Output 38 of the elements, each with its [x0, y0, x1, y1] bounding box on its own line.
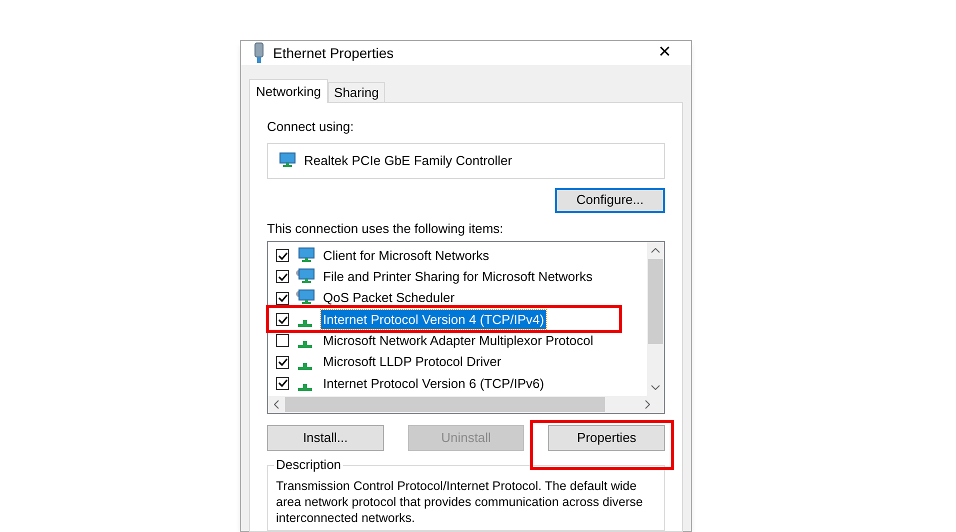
- dialog-button[interactable]: Properties: [548, 425, 666, 451]
- checkbox[interactable]: [276, 249, 289, 262]
- network-protocol-icon: [298, 320, 312, 328]
- tab[interactable]: Networking: [249, 79, 328, 103]
- items-label: This connection uses the following items:: [267, 220, 504, 238]
- chevron-left-icon[interactable]: [274, 400, 279, 409]
- checkbox[interactable]: [276, 376, 289, 390]
- list-item[interactable]: Microsoft LLDP Protocol Driver: [321, 352, 504, 372]
- chevron-down-icon[interactable]: [651, 385, 660, 390]
- adapter-field: Realtek PCIe GbE Family Controller: [267, 142, 665, 178]
- chevron-right-icon[interactable]: [644, 400, 650, 409]
- list-item[interactable]: QoS Packet Scheduler: [321, 288, 457, 308]
- network-protocol-icon: [298, 362, 312, 370]
- description-label: Description: [274, 457, 344, 473]
- list-item[interactable]: Client for Microsoft Networks: [321, 246, 492, 266]
- tab[interactable]: Sharing: [328, 82, 385, 102]
- network-protocol-icon: [298, 384, 312, 391]
- vertical-scrollbar[interactable]: [647, 242, 664, 396]
- checkbox[interactable]: [276, 270, 289, 284]
- dialog-button[interactable]: Install...: [267, 425, 384, 451]
- configure-button[interactable]: Configure...: [555, 188, 665, 212]
- ethernet-plug-icon: [253, 42, 265, 64]
- horizontal-scrollbar[interactable]: [268, 396, 664, 413]
- checkbox[interactable]: [276, 356, 289, 369]
- list-item[interactable]: Internet Protocol Version 6 (TCP/IPv6): [321, 374, 546, 394]
- network-protocol-icon: [298, 341, 312, 348]
- checkbox[interactable]: [276, 313, 289, 326]
- window-title: Ethernet Properties: [273, 44, 395, 63]
- list-item[interactable]: Internet Protocol Version 4 (TCP/IPv4): [321, 310, 546, 330]
- list-item[interactable]: Microsoft Network Adapter Multiplexor Protocol: [321, 331, 596, 351]
- close-button[interactable]: ✕: [650, 41, 679, 65]
- chevron-up-icon[interactable]: [651, 248, 660, 253]
- checkbox[interactable]: [276, 292, 289, 305]
- description-text: Transmission Control Protocol/Internet Protocol. The default wide area network protocol that provides communication across diverse interconnected networks.: [276, 478, 644, 526]
- checkbox[interactable]: [276, 334, 289, 348]
- network-computer-icon: [295, 268, 315, 286]
- list-item[interactable]: File and Printer Sharing for Microsoft Networks: [321, 267, 594, 287]
- connect-using-label: Connect using:: [267, 118, 355, 136]
